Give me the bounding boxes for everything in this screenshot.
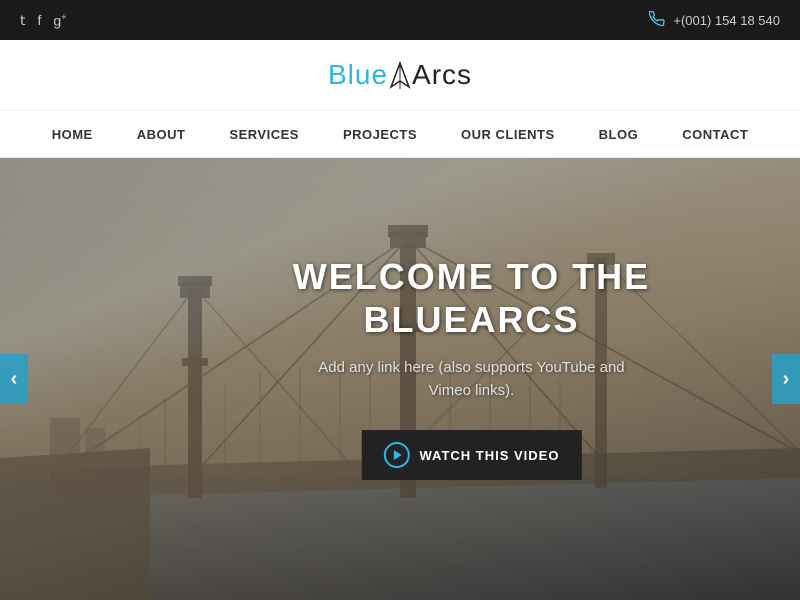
hero-subtitle: Add any link here (also supports YouTube… [293,357,650,402]
top-bar: 𝗍 f g+ +(001) 154 18 540 [0,0,800,40]
nav-item-contact[interactable]: CONTACT [660,110,770,158]
phone-number: +(001) 154 18 540 [673,13,780,28]
nav-item-services[interactable]: SERVICES [207,110,321,158]
hero-content: WELCOME TO THE BLUEARCS Add any link her… [293,255,650,480]
prev-slide-button[interactable]: ‹ [0,354,28,404]
hero-title: WELCOME TO THE BLUEARCS [293,255,650,341]
phone-icon [649,11,665,30]
play-triangle [393,450,401,460]
nav-item-projects[interactable]: PROJECTS [321,110,439,158]
nav-item-about[interactable]: ABOUT [115,110,208,158]
nav-item-blog[interactable]: BLOG [577,110,661,158]
logo[interactable]: Blue Arcs [328,59,472,92]
play-icon [383,442,409,468]
logo-blue: Blue [328,59,388,90]
googleplus-icon[interactable]: g+ [53,12,66,29]
logo-bar: Blue Arcs [0,40,800,110]
hero-section: ‹ › WELCOME TO THE BLUEARCS Add any link… [0,158,800,600]
nav-item-home[interactable]: HOME [30,110,115,158]
watch-video-label: WATCH THIS VIDEO [419,448,559,463]
next-slide-button[interactable]: › [772,354,800,404]
twitter-icon[interactable]: 𝗍 [20,12,26,29]
hero-title-line2: BLUEARCS [363,299,579,340]
nav-bar: HOME ABOUT SERVICES PROJECTS OUR CLIENTS… [0,110,800,158]
facebook-icon[interactable]: f [38,12,42,29]
logo-icon [389,61,411,91]
phone-area: +(001) 154 18 540 [649,11,780,30]
hero-title-line1: WELCOME TO THE [293,256,650,297]
watch-video-button[interactable]: WATCH THIS VIDEO [361,430,581,480]
nav-item-our-clients[interactable]: OUR CLIENTS [439,110,577,158]
social-icons: 𝗍 f g+ [20,12,66,29]
chevron-left-icon: ‹ [11,368,18,391]
logo-dark: Arcs [412,59,472,90]
chevron-right-icon: › [783,368,790,391]
